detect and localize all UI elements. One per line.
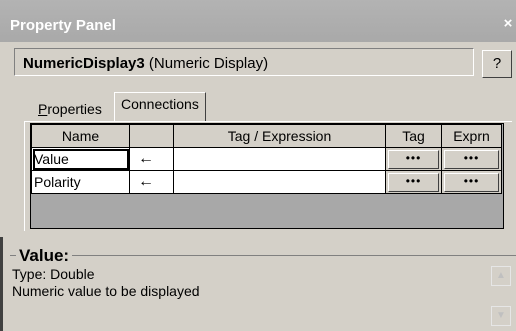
exprn-browse-cell: ••• xyxy=(441,170,502,194)
tag-expression-input[interactable] xyxy=(173,147,386,171)
connections-grid: Name Tag / Expression Tag Exprn Value ← … xyxy=(30,123,504,229)
tab-connections[interactable]: Connections xyxy=(114,92,206,122)
tab-properties-accesskey: P xyxy=(38,101,48,117)
tab-strip: Properties Connections xyxy=(0,92,516,122)
left-arrow-icon: ← xyxy=(129,170,174,194)
column-header-tag-expression[interactable]: Tag / Expression xyxy=(173,124,386,148)
close-icon[interactable]: × xyxy=(500,16,516,32)
tag-expression-input[interactable] xyxy=(173,170,386,194)
column-header-direction xyxy=(129,124,174,148)
object-name-field: NumericDisplay3 (Numeric Display) xyxy=(14,48,474,76)
column-header-exprn[interactable]: Exprn xyxy=(441,124,502,148)
exprn-browse-button[interactable]: ••• xyxy=(444,149,499,169)
scroll-down-icon[interactable]: ▼ xyxy=(491,306,511,326)
description-text: Numeric value to be displayed xyxy=(12,283,200,299)
tab-properties-label: roperties xyxy=(47,101,102,117)
tag-browse-cell: ••• xyxy=(385,170,442,194)
table-header: Name Tag / Expression Tag Exprn xyxy=(31,124,502,148)
table-row[interactable]: Value ← ••• ••• xyxy=(31,147,502,171)
connections-table: Name Tag / Expression Tag Exprn Value ← … xyxy=(31,124,502,194)
tag-browse-button[interactable]: ••• xyxy=(388,172,439,192)
tag-browse-cell: ••• xyxy=(385,147,442,171)
object-name: NumericDisplay3 xyxy=(23,55,145,72)
table-row[interactable]: Polarity ← ••• ••• xyxy=(31,170,502,194)
column-header-name[interactable]: Name xyxy=(31,124,130,148)
group-border xyxy=(10,255,516,256)
object-label: NumericDisplay3 (Numeric Display) xyxy=(23,55,268,72)
title-bar: Property Panel × xyxy=(0,0,516,42)
exprn-browse-cell: ••• xyxy=(441,147,502,171)
row-name-polarity[interactable]: Polarity xyxy=(31,170,130,194)
column-header-tag[interactable]: Tag xyxy=(385,124,442,148)
exprn-browse-button[interactable]: ••• xyxy=(444,172,499,192)
help-button[interactable]: ? xyxy=(482,50,512,78)
scroll-up-icon[interactable]: ▲ xyxy=(491,266,511,286)
left-arrow-icon: ← xyxy=(129,147,174,171)
description-group: Value: Type: Double Numeric value to be … xyxy=(10,246,516,331)
object-type: (Numeric Display) xyxy=(148,55,269,72)
tab-properties[interactable]: Properties xyxy=(30,98,110,122)
description-type: Type: Double xyxy=(12,266,95,282)
row-name-value[interactable]: Value xyxy=(31,147,130,171)
window-title: Property Panel xyxy=(10,17,116,34)
window-edge xyxy=(0,237,3,331)
description-heading: Value: xyxy=(16,246,73,266)
tag-browse-button[interactable]: ••• xyxy=(388,149,439,169)
